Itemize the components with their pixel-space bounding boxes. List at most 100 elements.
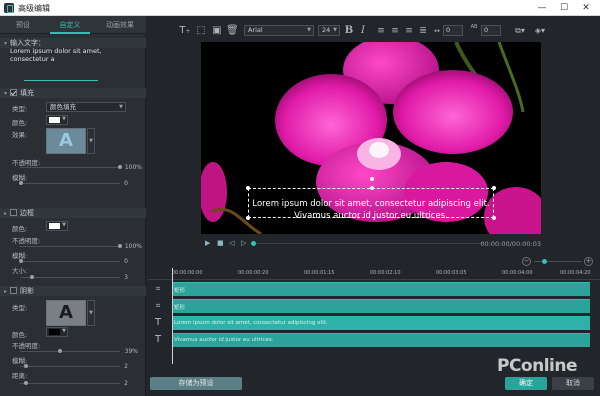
shadow-opacity-slider[interactable] xyxy=(20,349,120,353)
ruler-tick: 00:00:00:20 xyxy=(238,270,269,276)
progress-handle[interactable] xyxy=(251,241,256,246)
font-family-select[interactable]: Arial ▼ xyxy=(244,25,314,36)
slider-handle[interactable] xyxy=(30,275,34,279)
timeline-ruler[interactable]: 00:00:00:00 00:00:00:20 00:00:01:15 00:0… xyxy=(148,268,600,280)
chevron-down-icon: ▼ xyxy=(119,104,123,110)
shadow-color-picker[interactable]: ▼ xyxy=(46,327,68,337)
fill-opacity-slider[interactable] xyxy=(20,165,122,169)
text-input-focus-line xyxy=(24,80,98,81)
fill-effect-preview[interactable]: A xyxy=(46,128,86,154)
fill-type-select[interactable]: 颜色填充 ▼ xyxy=(46,102,126,112)
fill-checkbox[interactable] xyxy=(10,89,17,96)
title-bar: 高级编辑 — ☐ ✕ xyxy=(0,0,600,16)
play-icon[interactable]: ▶ xyxy=(205,239,210,247)
prev-frame-icon[interactable]: ◁ xyxy=(229,239,234,247)
minimize-button[interactable]: — xyxy=(532,1,552,15)
shadow-opacity-label: 不透明度: xyxy=(12,342,41,350)
shadow-distance-label: 距离: xyxy=(12,372,28,380)
save-preset-button[interactable]: 存储为预设 xyxy=(150,377,242,390)
tab-presets[interactable]: 预设 xyxy=(0,16,46,34)
border-label: 边框 xyxy=(20,209,34,217)
slider-handle[interactable] xyxy=(542,259,547,264)
ok-button[interactable]: 确定 xyxy=(505,377,547,390)
zoom-in-icon[interactable]: + xyxy=(584,257,593,266)
track-clip[interactable]: 矩形 xyxy=(172,299,590,313)
align-left-icon[interactable]: ≡ xyxy=(376,24,386,38)
resize-handle[interactable] xyxy=(370,186,374,190)
ruler-tick: 00:00:04:20 xyxy=(560,270,591,276)
border-color-swatch xyxy=(49,223,60,229)
slider-handle[interactable] xyxy=(24,381,28,385)
chevron-down-icon: ▼ xyxy=(89,310,93,316)
add-text-icon[interactable]: T+ xyxy=(178,24,192,38)
align-justify-icon[interactable]: ≣ xyxy=(418,24,428,38)
active-tab-indicator xyxy=(50,32,90,34)
fill-header[interactable]: ▾ 填充 xyxy=(0,88,146,98)
properties-panel: 预设 自定义 动画效果 ▾ 输入文字： Lorem ipsum dolor sit… xyxy=(0,16,146,396)
shadow-checkbox[interactable] xyxy=(10,287,17,294)
text-input[interactable]: Lorem ipsum dolor sit amet, consectetur … xyxy=(10,47,140,87)
fill-effect-label: 效果: xyxy=(12,131,28,139)
app-icon xyxy=(4,3,14,13)
border-blur-slider[interactable] xyxy=(19,259,120,263)
tab-animation[interactable]: 动画效果 xyxy=(94,16,146,34)
fill-opacity-value: 100% xyxy=(124,164,142,171)
fill-color-picker[interactable]: ▼ xyxy=(46,115,68,125)
border-color-picker[interactable]: ▼ xyxy=(46,221,68,231)
fill-type-value: 颜色填充 xyxy=(50,103,76,111)
align-center-icon[interactable]: ≡ xyxy=(390,24,400,38)
shadow-distance-slider[interactable] xyxy=(20,381,120,385)
zoom-slider[interactable] xyxy=(534,259,582,264)
slider-handle[interactable] xyxy=(19,259,23,263)
close-button[interactable]: ✕ xyxy=(576,1,596,15)
border-size-slider[interactable] xyxy=(20,275,120,279)
line-height-input[interactable]: 0 xyxy=(481,25,501,36)
fill-opacity-label: 不透明度: xyxy=(12,159,41,167)
slider-handle[interactable] xyxy=(58,349,62,353)
add-shape-icon[interactable]: ⬚ xyxy=(194,24,208,38)
video-preview[interactable]: Lorem ipsum dolor sit amet, consectetur … xyxy=(201,42,541,234)
resize-handle[interactable] xyxy=(246,186,250,190)
shadow-color-swatch xyxy=(49,329,60,335)
border-header[interactable]: ▸ 边框 xyxy=(0,208,146,218)
fill-effect-dropdown[interactable]: ▼ xyxy=(87,128,95,154)
border-checkbox[interactable] xyxy=(10,209,17,216)
maximize-button[interactable]: ☐ xyxy=(554,1,574,15)
next-frame-icon[interactable]: ▷ xyxy=(241,239,246,247)
border-opacity-slider[interactable] xyxy=(20,244,122,248)
shadow-header[interactable]: ▸ 阴影 xyxy=(0,286,146,296)
cancel-button[interactable]: 取消 xyxy=(552,377,594,390)
align-right-icon[interactable]: ≡ xyxy=(404,24,414,38)
slider-handle[interactable] xyxy=(19,181,23,185)
letter-spacing-input[interactable]: 0 xyxy=(443,25,463,36)
layers-icon[interactable]: ◈▾ xyxy=(532,24,548,38)
track-clip[interactable]: 矩形 xyxy=(172,282,590,296)
slider-handle[interactable] xyxy=(24,364,28,368)
fill-blur-slider[interactable] xyxy=(19,181,120,185)
resize-handle[interactable] xyxy=(492,186,496,190)
fill-color-label: 颜色: xyxy=(12,119,28,127)
track-clip[interactable]: Vivamus auctor id justor eu ultrices. xyxy=(172,333,590,347)
timeline-zoom: − + xyxy=(522,256,594,268)
rotate-handle[interactable] xyxy=(370,177,374,181)
add-image-icon[interactable]: ▣ xyxy=(210,24,224,38)
track-clip[interactable]: Lorem ipsum dolor sit amet, consectetur … xyxy=(172,316,590,330)
shadow-type-dropdown[interactable]: ▼ xyxy=(87,300,95,326)
italic-button[interactable]: I xyxy=(358,24,368,38)
caption-line-2: Vivamus auctor id justor eu ultrices. xyxy=(294,211,448,221)
bold-button[interactable]: B xyxy=(344,24,354,38)
fill-color-swatch xyxy=(49,117,60,123)
playback-progress[interactable] xyxy=(251,241,483,246)
zoom-out-icon[interactable]: − xyxy=(522,257,531,266)
ruler-tick: 00:00:04:00 xyxy=(502,270,533,276)
arrange-icon[interactable]: ⧉▾ xyxy=(512,24,528,38)
clip-label: Lorem ipsum dolor sit amet, consectetur … xyxy=(174,320,328,326)
stop-icon[interactable]: ■ xyxy=(217,239,224,247)
delete-icon[interactable]: 🗑 xyxy=(226,24,239,38)
shadow-type-preview[interactable]: A xyxy=(46,300,86,326)
time-display: 00:00:00/00:00:03 xyxy=(480,240,541,248)
shadow-blur-slider[interactable] xyxy=(20,364,120,368)
playhead[interactable] xyxy=(172,268,173,364)
shape-track-icon: ⌗ xyxy=(155,301,161,310)
font-size-select[interactable]: 24 ▼ xyxy=(318,25,340,36)
